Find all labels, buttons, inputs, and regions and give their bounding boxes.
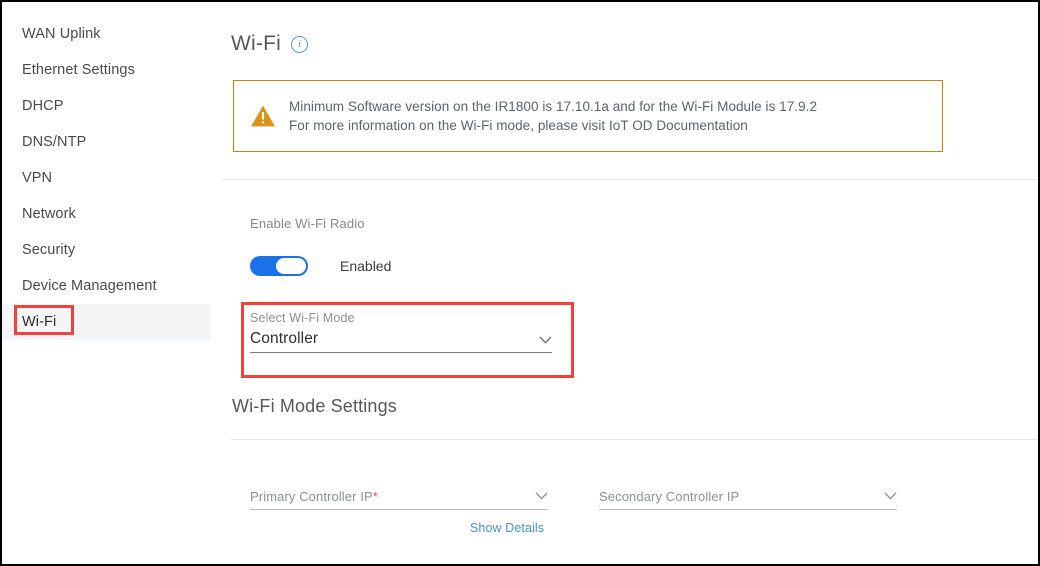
primary-controller-ip-label-text: Primary Controller IP	[250, 489, 373, 504]
chevron-down-icon[interactable]	[535, 492, 548, 500]
show-details-link[interactable]: Show Details	[470, 521, 544, 535]
divider-below-heading	[231, 439, 1038, 440]
warning-triangle-icon	[250, 104, 276, 128]
sidebar-item-label: DNS/NTP	[22, 134, 87, 150]
select-wifi-mode-value: Controller	[250, 330, 319, 347]
warning-banner: Minimum Software version on the IR1800 i…	[233, 80, 943, 152]
sidebar-item-dhcp[interactable]: DHCP	[2, 88, 211, 124]
sidebar-item-label: DHCP	[22, 98, 64, 114]
sidebar-item-ethernet-settings[interactable]: Ethernet Settings	[2, 52, 211, 88]
sidebar-item-label: WAN Uplink	[22, 26, 101, 42]
page-title-row: Wi-Fi i	[231, 32, 308, 56]
sidebar-item-wan-uplink[interactable]: WAN Uplink	[2, 16, 211, 52]
sidebar-item-label: Security	[22, 242, 76, 258]
sidebar-item-label: Network	[22, 206, 76, 222]
warning-line-2: For more information on the Wi-Fi mode, …	[289, 118, 748, 133]
sidebar-item-label: Wi-Fi	[22, 314, 57, 330]
sidebar-item-label: Ethernet Settings	[22, 62, 135, 78]
secondary-controller-ip-row: Secondary Controller IP	[599, 489, 897, 510]
toggle-state-label: Enabled	[340, 258, 392, 274]
primary-controller-ip-dropdown[interactable]: Primary Controller IP*	[250, 489, 548, 510]
sidebar-item-device-management[interactable]: Device Management	[2, 268, 211, 304]
chevron-down-icon[interactable]	[884, 492, 897, 500]
sidebar-item-label: VPN	[22, 170, 53, 186]
wifi-mode-settings-heading: Wi-Fi Mode Settings	[232, 396, 397, 416]
info-icon[interactable]: i	[290, 35, 308, 53]
settings-sidebar: WAN Uplink Ethernet Settings DHCP DNS/NT…	[2, 2, 211, 564]
enable-wifi-radio-label: Enable Wi-Fi Radio	[250, 216, 365, 231]
primary-controller-ip-label: Primary Controller IP*	[250, 489, 378, 504]
main-content: Wi-Fi i Minimum Software version on the …	[211, 2, 1038, 564]
enable-wifi-radio-toggle[interactable]	[250, 256, 308, 276]
sidebar-item-dns-ntp[interactable]: DNS/NTP	[2, 124, 211, 160]
enable-wifi-radio-row: Enabled	[250, 256, 391, 276]
sidebar-item-vpn[interactable]: VPN	[2, 160, 211, 196]
sidebar-item-security[interactable]: Security	[2, 232, 211, 268]
primary-controller-ip-row: Primary Controller IP*	[250, 489, 548, 510]
page-title: Wi-Fi	[231, 32, 281, 55]
divider-above-radio	[222, 179, 1038, 180]
secondary-controller-ip-dropdown[interactable]: Secondary Controller IP	[599, 489, 897, 510]
select-wifi-mode-value-row: Controller	[250, 330, 552, 353]
chevron-down-icon[interactable]	[539, 336, 552, 344]
warning-line-1: Minimum Software version on the IR1800 i…	[289, 98, 818, 114]
sidebar-item-wifi[interactable]: Wi-Fi	[2, 304, 211, 340]
secondary-controller-ip-label: Secondary Controller IP	[599, 489, 740, 504]
required-marker: *	[372, 489, 378, 504]
toggle-knob	[276, 258, 306, 274]
warning-text: Minimum Software version on the IR1800 i…	[289, 97, 817, 136]
sidebar-item-network[interactable]: Network	[2, 196, 211, 232]
select-wifi-mode-label: Select Wi-Fi Mode	[250, 311, 355, 325]
wifi-settings-page: WAN Uplink Ethernet Settings DHCP DNS/NT…	[0, 0, 1040, 566]
select-wifi-mode-dropdown[interactable]: Select Wi-Fi Mode Controller	[250, 311, 552, 353]
sidebar-item-label: Device Management	[22, 278, 157, 294]
